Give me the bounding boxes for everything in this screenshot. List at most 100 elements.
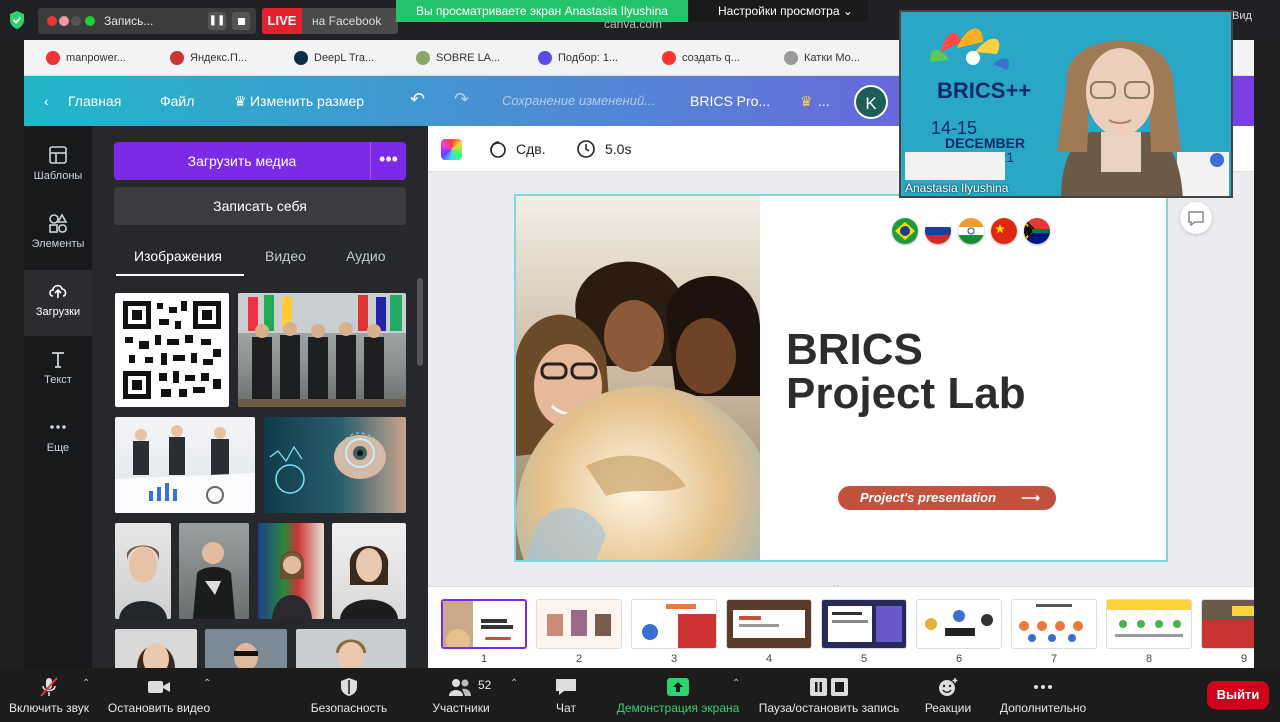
security-button[interactable]: Безопасность	[304, 668, 394, 722]
animate-icon[interactable]	[487, 139, 507, 159]
page-number: 6	[955, 653, 963, 665]
reactions-button[interactable]: Реакции	[918, 668, 978, 722]
upload-thumbnail-portrait[interactable]	[258, 523, 324, 619]
group-photo-image	[238, 293, 406, 407]
security-shield-icon	[341, 678, 357, 696]
redo-icon[interactable]: ↷	[454, 89, 469, 110]
more-label: Дополнительно	[999, 701, 1087, 715]
upload-media-button[interactable]: Загрузить медиа	[114, 142, 370, 180]
participants-icon	[449, 679, 471, 696]
chat-label: Чат	[556, 701, 576, 715]
upload-thumbnail-portrait[interactable]	[296, 629, 406, 669]
brics-logo-text: BRICS++	[937, 78, 1031, 103]
cloud-upload-icon	[49, 284, 67, 298]
slide-thumb-image	[727, 600, 811, 648]
color-picker-icon[interactable]	[441, 139, 462, 160]
bookmark-item[interactable]: Яндекс.П...	[168, 40, 247, 76]
chevron-left-icon[interactable]: ‹	[44, 93, 49, 109]
slide-canvas[interactable]: BRICS Project Lab Project's presentation…	[514, 194, 1168, 562]
page-thumbnail[interactable]	[1201, 599, 1254, 649]
bookmark-favicon-icon	[46, 51, 60, 65]
chevron-up-icon[interactable]: ⌃	[510, 678, 518, 689]
participants-button[interactable]: 52 Участники	[424, 668, 498, 722]
slide-duration[interactable]: 5.0s	[605, 141, 631, 157]
animate-button[interactable]: Сдв.	[516, 141, 546, 157]
header-more[interactable]: ...	[818, 93, 830, 109]
page-thumbnail[interactable]	[916, 599, 1002, 649]
record-yourself-button[interactable]: Записать себя	[114, 187, 406, 225]
rail-label: Шаблоны	[33, 170, 83, 182]
rail-item-uploads[interactable]: Загрузки	[24, 270, 92, 336]
crown-icon: ♛	[234, 93, 247, 109]
tab-audio[interactable]: Аудио	[346, 248, 386, 264]
bookmark-item[interactable]: SOBRE LA...	[414, 40, 500, 76]
undo-icon[interactable]: ↶	[410, 89, 425, 110]
unmute-button[interactable]: Включить звук	[4, 668, 94, 722]
slide-thumb-image	[917, 600, 1001, 648]
rail-item-templates[interactable]: Шаблоны	[24, 134, 92, 200]
rail-item-more[interactable]: Еще	[24, 406, 92, 472]
bookmark-item[interactable]: Катки Мо...	[782, 40, 860, 76]
page-thumbnail[interactable]	[1011, 599, 1097, 649]
presentation-button[interactable]: Project's presentation ⟶	[838, 486, 1056, 510]
rail-item-elements[interactable]: Элементы	[24, 202, 92, 268]
elements-icon	[49, 213, 68, 233]
chat-button[interactable]: Чат	[544, 668, 588, 722]
file-menu[interactable]: Файл	[160, 93, 194, 109]
add-comment-button[interactable]	[1180, 202, 1212, 234]
emoji-smile-icon	[939, 678, 958, 696]
pause-recording-button[interactable]: ❚❚	[208, 12, 226, 30]
participant-video[interactable]: BRICS++ 14-15 DECEMBER 2021 Anastasia Il…	[899, 10, 1233, 198]
upload-thumbnail-leaders[interactable]	[238, 293, 406, 407]
home-link[interactable]: Главная	[68, 93, 121, 109]
rail-item-text[interactable]: Текст	[24, 338, 92, 404]
page-thumbnail[interactable]	[821, 599, 907, 649]
bookmark-favicon-icon	[538, 51, 552, 65]
business-meeting-image	[115, 425, 255, 513]
avatar[interactable]: K	[854, 85, 888, 119]
templates-icon	[49, 146, 67, 164]
page-thumbnail[interactable]	[536, 599, 622, 649]
view-menu-button[interactable]: Вид	[1232, 10, 1252, 22]
chevron-up-icon[interactable]: ⌃	[732, 678, 740, 689]
resize-button[interactable]: Изменить размер	[250, 93, 364, 109]
video-camera-icon	[148, 681, 170, 693]
upload-thumbnail-meeting[interactable]	[115, 417, 255, 513]
upload-thumbnail-qr[interactable]	[115, 293, 229, 407]
upload-thumbnail-portrait[interactable]	[115, 629, 197, 669]
panel-scrollbar[interactable]	[417, 278, 423, 366]
page-thumbnail[interactable]	[1106, 599, 1192, 649]
upload-thumbnail-eye-scan[interactable]	[264, 417, 406, 513]
chevron-up-icon[interactable]: ⌃	[82, 678, 90, 689]
more-options-button[interactable]: Дополнительно	[992, 668, 1094, 722]
pause-stop-icon	[810, 678, 848, 696]
bookmark-item[interactable]: manpower...	[44, 40, 126, 76]
bookmark-item[interactable]: Подбор: 1...	[536, 40, 618, 76]
share-screen-button[interactable]: Демонстрация экрана	[612, 668, 744, 722]
participants-label: Участники	[432, 701, 490, 715]
page-thumbnail[interactable]	[631, 599, 717, 649]
upload-thumbnail-portrait[interactable]	[179, 523, 249, 619]
document-title[interactable]: BRICS Pro...	[690, 93, 770, 109]
clock-icon[interactable]	[576, 139, 596, 159]
page-thumbnail[interactable]	[726, 599, 812, 649]
upload-thumbnail-portrait[interactable]	[115, 523, 171, 619]
bookmark-item[interactable]: создать q...	[660, 40, 740, 76]
chevron-up-icon[interactable]: ⌃	[203, 678, 211, 689]
bookmark-label: Подбор: 1...	[558, 52, 619, 64]
portrait-man-image	[336, 639, 366, 669]
tab-images[interactable]: Изображения	[134, 248, 222, 264]
leave-meeting-button[interactable]: Выйти	[1207, 681, 1269, 709]
live-stream-indicator[interactable]: LIVE на Facebook	[262, 8, 398, 34]
pause-stop-recording-button[interactable]: Пауза/остановить запись	[754, 668, 904, 722]
stop-video-button[interactable]: Остановить видео	[104, 668, 214, 722]
upload-options-button[interactable]: •••	[370, 142, 406, 180]
stop-recording-button[interactable]	[232, 12, 250, 30]
upload-thumbnail-portrait[interactable]	[332, 523, 406, 619]
bookmark-item[interactable]: DeepL Tra...	[292, 40, 374, 76]
view-settings-dropdown[interactable]: Настройки просмотра ⌄	[696, 0, 868, 22]
tab-video[interactable]: Видео	[265, 248, 306, 264]
upload-thumbnail-portrait[interactable]	[205, 629, 287, 669]
page-thumbnail[interactable]	[441, 599, 527, 649]
slide-title[interactable]: BRICS Project Lab	[786, 328, 1146, 416]
